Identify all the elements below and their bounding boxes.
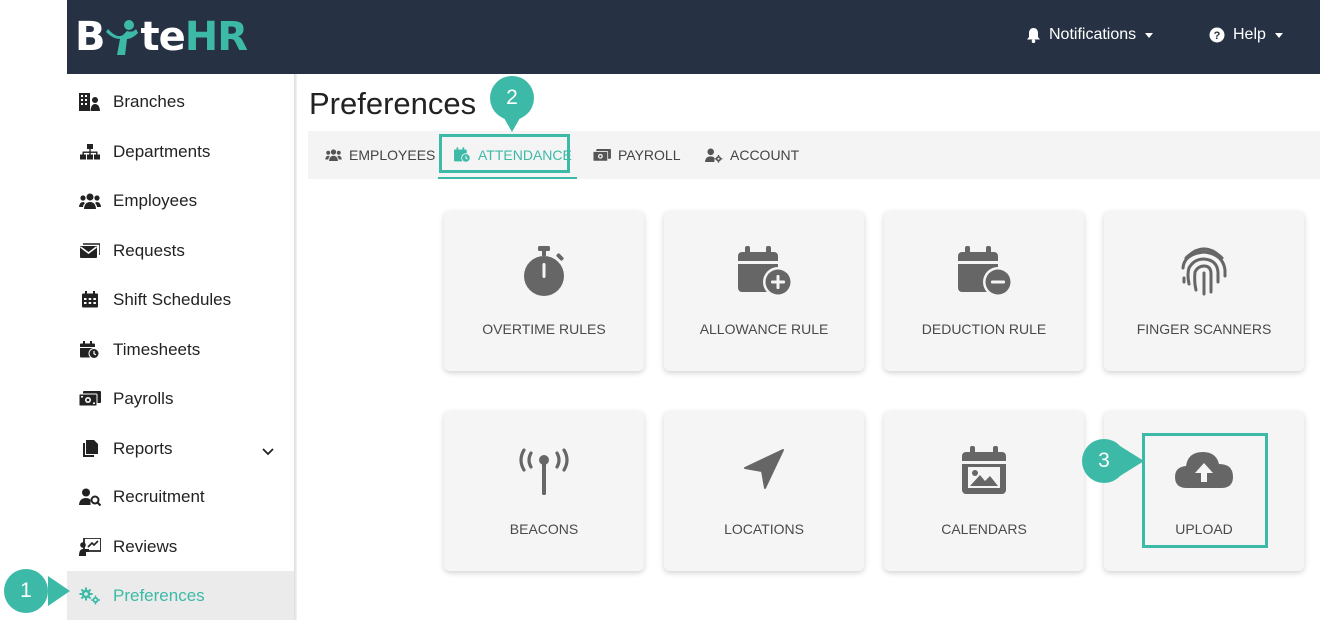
card-label: DEDUCTION RULE — [921, 321, 1047, 337]
sidebar-item-timesheets[interactable]: Timesheets — [67, 325, 294, 374]
sidebar-item-payrolls[interactable]: Payrolls — [67, 374, 294, 423]
sitemap-icon — [79, 142, 101, 162]
card-label: OVERTIME RULES — [482, 321, 606, 337]
notifications-dropdown[interactable]: Notifications — [1026, 26, 1154, 44]
help-dropdown[interactable]: ? Help — [1209, 26, 1283, 44]
sidebar-item-label: Recruitment — [113, 486, 205, 506]
bytehr-logo[interactable]: B te HR — [75, 12, 248, 62]
sidebar-item-employees[interactable]: Employees — [67, 176, 294, 225]
page-title: Preferences — [309, 86, 477, 121]
sidebar-item-label: Preferences — [113, 585, 205, 605]
step-number: 3 — [1082, 439, 1126, 483]
card-overtime-rules[interactable]: OVERTIME RULES — [444, 211, 644, 371]
building-users-icon — [79, 92, 101, 112]
sidebar: Branches Departments Employees Requests — [67, 74, 294, 620]
sidebar-item-preferences[interactable]: Preferences — [67, 571, 294, 620]
logo-letters-te: te — [140, 14, 186, 60]
sidebar-item-recruitment[interactable]: Recruitment — [67, 472, 294, 521]
sidebar-item-label: Departments — [113, 141, 211, 161]
card-label: FINGER SCANNERS — [1136, 321, 1272, 337]
sidebar-divider — [294, 74, 297, 620]
tab-employees[interactable]: EMPLOYEES — [325, 131, 435, 179]
user-gear-icon — [705, 148, 723, 163]
chevron-down-icon[interactable] — [262, 441, 274, 461]
calendar-icon — [79, 290, 101, 310]
card-label: BEACONS — [509, 521, 579, 537]
broadcast-tower-icon — [444, 443, 644, 499]
sidebar-item-reviews[interactable]: Reviews — [67, 522, 294, 571]
sidebar-item-reports[interactable]: Reports — [67, 424, 294, 473]
sidebar-item-label: Requests — [113, 240, 185, 260]
bell-icon — [1026, 27, 1041, 43]
step-marker-1: 1 — [0, 568, 72, 614]
sidebar-item-label: Timesheets — [113, 339, 201, 359]
sidebar-item-shift-schedules[interactable]: Shift Schedules — [67, 275, 294, 324]
highlight-box-attendance-tab — [439, 134, 570, 173]
caret-down-icon — [1274, 32, 1283, 38]
step-marker-2: 2 — [490, 74, 534, 134]
sidebar-item-label: Payrolls — [113, 388, 174, 408]
card-label: CALENDARS — [941, 521, 1027, 537]
notifications-label: Notifications — [1049, 26, 1137, 43]
sidebar-item-label: Employees — [113, 190, 198, 210]
users-icon — [79, 191, 101, 211]
sidebar-item-requests[interactable]: Requests — [67, 226, 294, 275]
user-search-icon — [79, 487, 101, 507]
sidebar-item-departments[interactable]: Departments — [67, 127, 294, 176]
tab-payroll[interactable]: PAYROLL — [593, 131, 681, 179]
step-number: 2 — [490, 76, 534, 120]
card-beacons[interactable]: BEACONS — [444, 411, 644, 571]
tab-label: PAYROLL — [618, 147, 681, 163]
card-label: ALLOWANCE RULE — [699, 321, 829, 337]
money-bills-icon — [593, 148, 611, 162]
caret-down-icon — [1145, 32, 1154, 38]
card-deduction-rule[interactable]: DEDUCTION RULE — [884, 211, 1084, 371]
sidebar-item-label: Shift Schedules — [113, 289, 232, 309]
sidebar-item-branches[interactable]: Branches — [67, 77, 294, 126]
card-label: LOCATIONS — [724, 521, 804, 537]
active-tab-indicator — [438, 177, 577, 179]
highlight-box-upload-card — [1142, 433, 1268, 548]
tab-account[interactable]: ACCOUNT — [705, 131, 799, 179]
sidebar-item-label: Reviews — [113, 536, 178, 556]
card-calendars[interactable]: CALENDARS — [884, 411, 1084, 571]
question-circle-icon: ? — [1209, 27, 1225, 43]
logo-letters-hr: HR — [184, 14, 248, 60]
location-arrow-icon — [664, 443, 864, 499]
calendar-plus-icon — [664, 243, 864, 299]
help-label: Help — [1233, 26, 1266, 43]
card-finger-scanners[interactable]: FINGER SCANNERS — [1104, 211, 1304, 371]
top-bar: B te HR Notifications ? Help — [67, 0, 1320, 74]
card-locations[interactable]: LOCATIONS — [664, 411, 864, 571]
users-icon — [325, 149, 342, 161]
chalkboard-user-icon — [79, 537, 101, 557]
calendar-minus-icon — [884, 243, 1084, 299]
step-marker-3: 3 — [1082, 438, 1146, 484]
step-number: 1 — [4, 569, 48, 613]
sidebar-item-label: Branches — [113, 91, 185, 111]
fingerprint-icon — [1104, 243, 1304, 299]
copy-documents-icon — [79, 439, 101, 459]
logo-letter-b: B — [75, 14, 105, 60]
calendar-clock-icon — [79, 340, 101, 360]
money-bills-icon — [79, 389, 101, 409]
calendar-image-icon — [884, 443, 1084, 499]
gears-icon — [79, 586, 101, 606]
card-allowance-rule[interactable]: ALLOWANCE RULE — [664, 211, 864, 371]
tab-label: EMPLOYEES — [349, 147, 436, 163]
sidebar-item-label: Reports — [113, 438, 173, 458]
stopwatch-icon — [444, 243, 644, 299]
tab-label: ACCOUNT — [730, 147, 800, 163]
logo-figure-icon — [105, 15, 141, 59]
envelopes-icon — [79, 241, 101, 261]
svg-text:?: ? — [1214, 30, 1221, 42]
